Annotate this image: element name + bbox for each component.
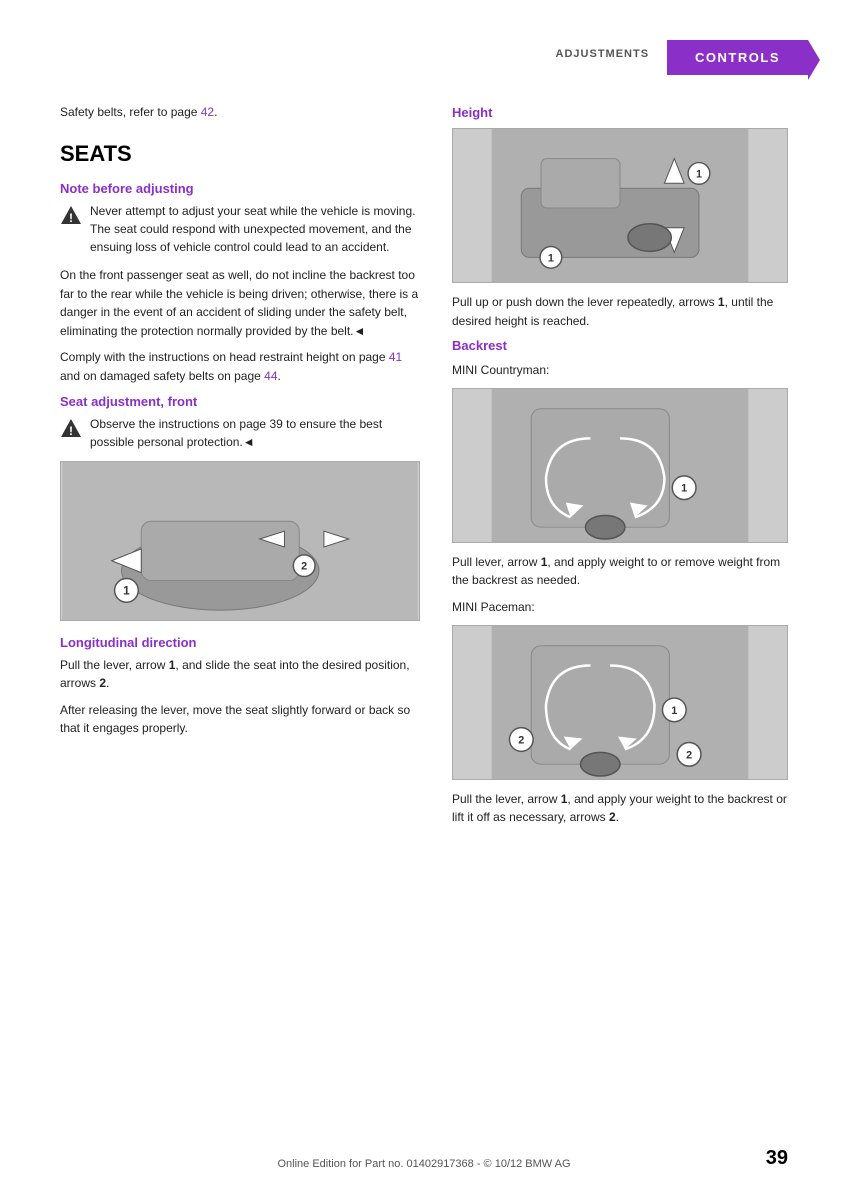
seat-adj-heading: Seat adjustment, front [60, 394, 420, 409]
seat-front-svg: 1 2 [61, 462, 419, 620]
backrest-countryman-body: Pull lever, arrow 1, and apply weight to… [452, 553, 788, 590]
right-column: Height 1 1 [452, 105, 788, 835]
content-layout: Safety belts, refer to page 42. SEATS No… [60, 105, 788, 835]
page-44-link[interactable]: 44 [264, 369, 277, 383]
svg-text:2: 2 [518, 734, 524, 746]
seat-adj-warning-block: ! Observe the instructions on page 39 to… [60, 415, 420, 451]
mini-countryman-label: MINI Countryman: [452, 361, 788, 380]
svg-text:1: 1 [123, 583, 130, 597]
height-svg: 1 1 [453, 129, 787, 282]
svg-text:2: 2 [301, 560, 307, 572]
longitudinal-body2: After releasing the lever, move the seat… [60, 701, 420, 738]
page-41-link[interactable]: 41 [389, 350, 402, 364]
page-container: ADJUSTMENTS CONTROLS Safety belts, refer… [0, 0, 848, 1200]
seats-title: SEATS [60, 141, 420, 167]
height-heading: Height [452, 105, 788, 120]
page-footer: Online Edition for Part no. 01402917368 … [0, 1158, 848, 1170]
svg-text:1: 1 [671, 704, 677, 716]
note-body1: On the front passenger seat as well, do … [60, 266, 420, 340]
backrest-paceman-image: 1 2 2 [452, 625, 788, 780]
safety-belts-line: Safety belts, refer to page 42. [60, 105, 420, 119]
note-heading: Note before adjusting [60, 181, 420, 196]
tab-adjustments: ADJUSTMENTS [538, 40, 668, 75]
header-tabs: ADJUSTMENTS CONTROLS [60, 40, 808, 75]
left-column: Safety belts, refer to page 42. SEATS No… [60, 105, 420, 835]
longitudinal-heading: Longitudinal direction [60, 635, 420, 650]
page-42-link[interactable]: 42 [201, 105, 214, 119]
height-image: 1 1 [452, 128, 788, 283]
backrest-countryman-image: 1 [452, 388, 788, 543]
footer-text: Online Edition for Part no. 01402917368 … [277, 1158, 570, 1170]
svg-text:2: 2 [686, 749, 692, 761]
backrest-countryman-svg: 1 [453, 389, 787, 542]
warning-triangle-icon: ! [60, 204, 82, 226]
svg-text:1: 1 [548, 252, 554, 264]
tab-controls: CONTROLS [667, 40, 808, 75]
svg-text:1: 1 [696, 168, 702, 180]
seat-adj-warning-text: Observe the instructions on page 39 to e… [90, 415, 420, 451]
note-warning-block: ! Never attempt to adjust your seat whil… [60, 202, 420, 256]
warning-triangle-icon-2: ! [60, 417, 82, 439]
svg-text:!: ! [69, 211, 73, 225]
mini-paceman-label: MINI Paceman: [452, 598, 788, 617]
backrest-paceman-body: Pull the lever, arrow 1, and apply your … [452, 790, 788, 827]
svg-text:1: 1 [681, 482, 687, 494]
height-body: Pull up or push down the lever repeatedl… [452, 293, 788, 330]
note-warning-text: Never attempt to adjust your seat while … [90, 202, 420, 256]
svg-text:!: ! [69, 424, 73, 438]
note-body2: Comply with the instructions on head res… [60, 348, 420, 385]
backrest-heading: Backrest [452, 338, 788, 353]
backrest-paceman-svg: 1 2 2 [453, 626, 787, 779]
page-number: 39 [766, 1147, 788, 1170]
longitudinal-body1: Pull the lever, arrow 1, and slide the s… [60, 656, 420, 693]
seat-front-image: 1 2 [60, 461, 420, 621]
